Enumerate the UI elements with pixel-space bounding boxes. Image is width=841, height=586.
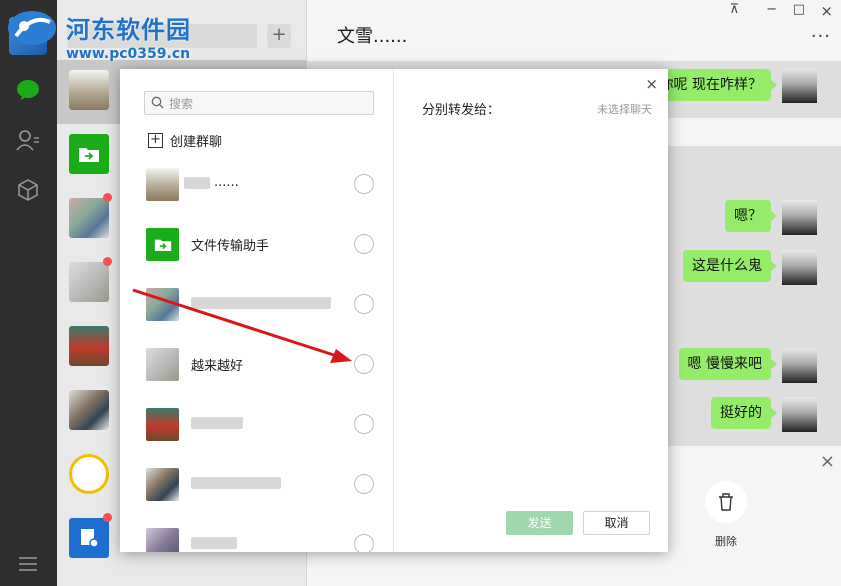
watermark-logo-icon [8,11,56,45]
annotation-arrow [132,288,352,363]
watermark-title: 河东软件园 [66,16,191,44]
watermark-url: www.pc0359.cn [66,46,191,62]
